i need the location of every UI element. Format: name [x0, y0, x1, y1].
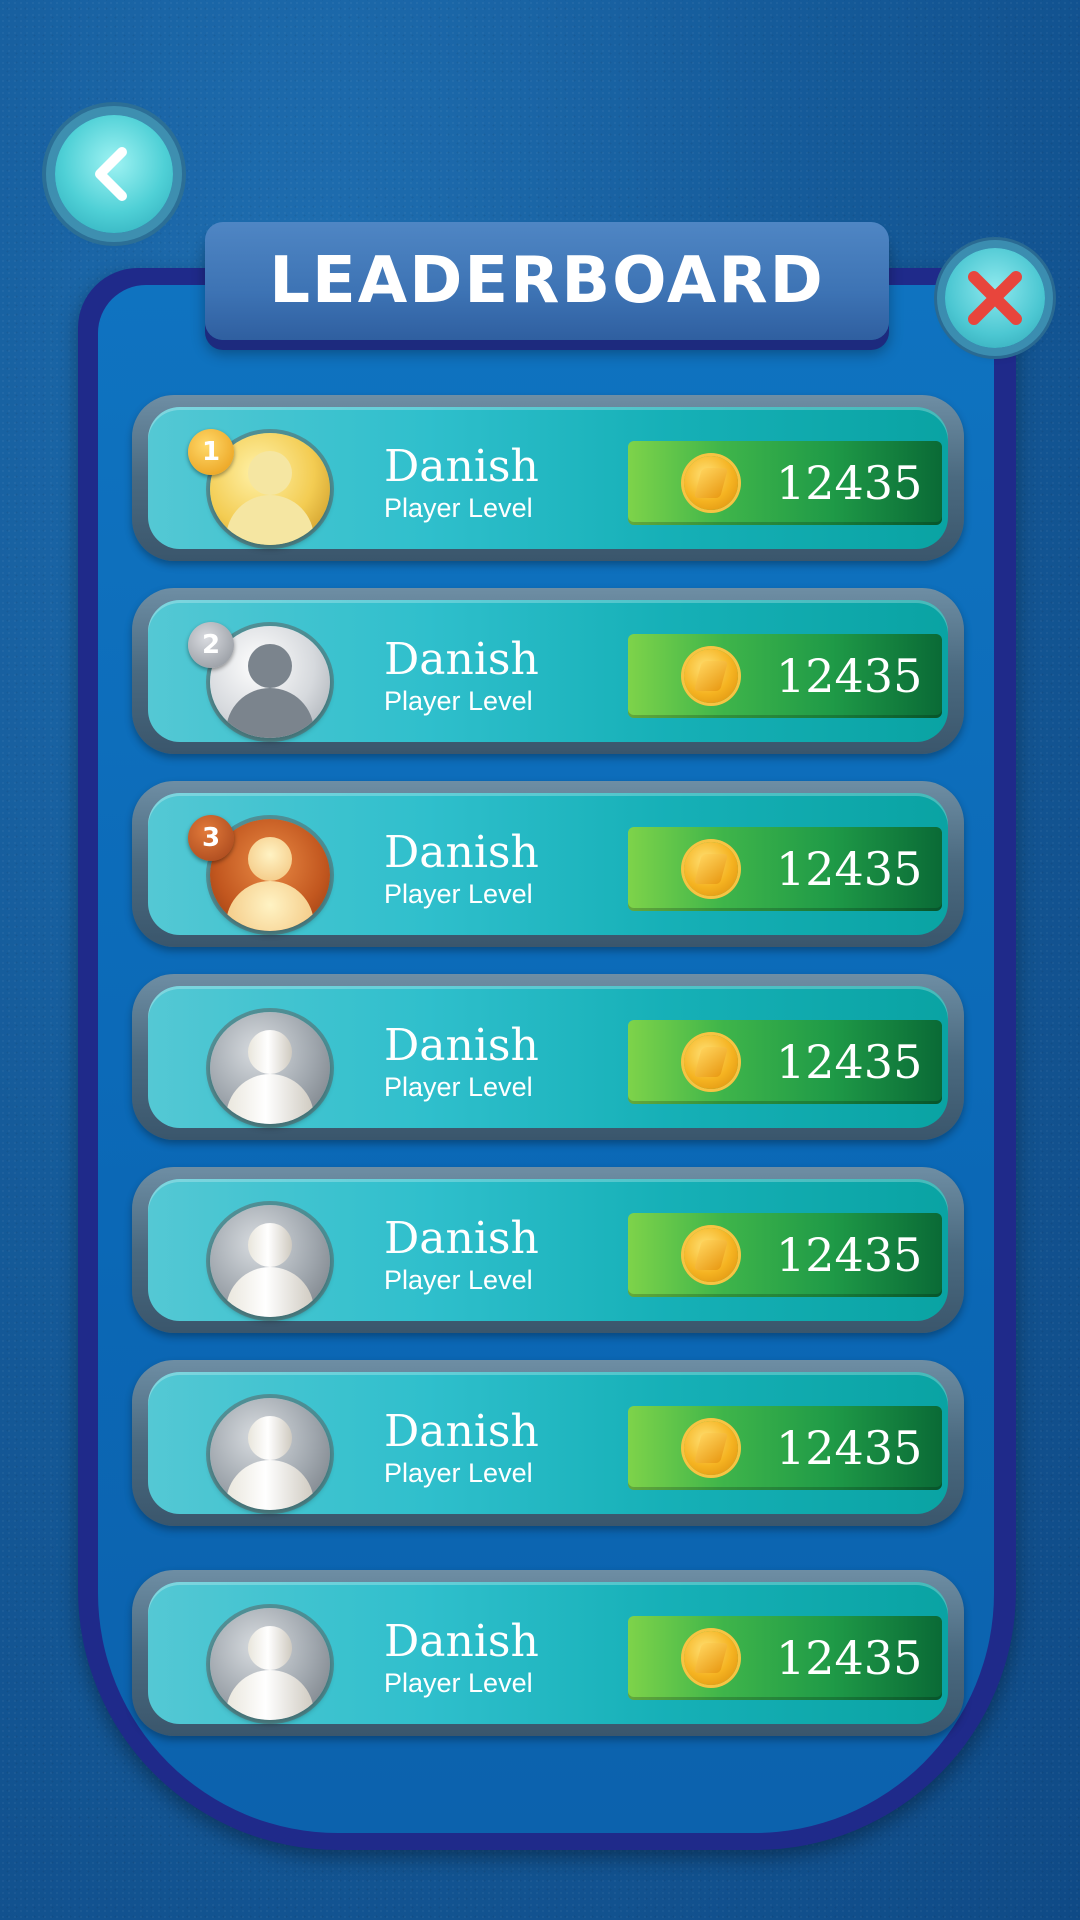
player-level-label: Player Level — [384, 1668, 533, 1698]
score-box: 12435 — [628, 1020, 942, 1104]
player-name: Danish — [384, 1616, 539, 1667]
close-x-icon — [968, 271, 1022, 325]
score-box: 12435 — [628, 441, 942, 525]
avatar — [210, 1205, 330, 1317]
avatar-body — [226, 688, 314, 738]
avatar-body — [226, 1460, 314, 1510]
avatar-head — [248, 644, 292, 688]
score-box: 12435 — [628, 1213, 942, 1297]
player-score: 12435 — [776, 1035, 923, 1089]
score-box: 12435 — [628, 1406, 942, 1490]
player-name: Danish — [384, 827, 539, 878]
row-face: 2 Danish Player Level 12435 — [148, 600, 948, 742]
leaderboard-row[interactable]: 1 Danish Player Level 12435 — [132, 395, 964, 561]
row-face: Danish Player Level 12435 — [148, 1582, 948, 1724]
back-button[interactable] — [55, 115, 173, 233]
player-level-label: Player Level — [384, 1265, 533, 1295]
player-name: Danish — [384, 634, 539, 685]
leaderboard-row[interactable]: 2 Danish Player Level 12435 — [132, 588, 964, 754]
close-button[interactable] — [945, 248, 1045, 348]
player-level-label: Player Level — [384, 686, 533, 716]
player-level-label: Player Level — [384, 1072, 533, 1102]
avatar-body — [226, 881, 314, 931]
avatar-head — [248, 1416, 292, 1460]
leaderboard-row[interactable]: Danish Player Level 12435 — [132, 1167, 964, 1333]
player-score: 12435 — [776, 456, 923, 510]
row-face: 1 Danish Player Level 12435 — [148, 407, 948, 549]
avatar — [210, 1398, 330, 1510]
avatar — [210, 1012, 330, 1124]
leaderboard-row[interactable]: 3 Danish Player Level 12435 — [132, 781, 964, 947]
leaderboard-row[interactable]: Danish Player Level 12435 — [132, 1360, 964, 1526]
score-box: 12435 — [628, 827, 942, 911]
row-face: 3 Danish Player Level 12435 — [148, 793, 948, 935]
player-name: Danish — [384, 441, 539, 492]
player-score: 12435 — [776, 842, 923, 896]
player-score: 12435 — [776, 1228, 923, 1282]
coin-icon — [684, 1631, 738, 1685]
page-title: LEADERBOARD — [269, 244, 825, 318]
coin-icon — [684, 1035, 738, 1089]
coin-icon — [684, 1228, 738, 1282]
chevron-left-icon — [95, 147, 127, 201]
avatar-body — [226, 495, 314, 545]
player-score: 12435 — [776, 649, 923, 703]
avatar-body — [226, 1670, 314, 1720]
row-face: Danish Player Level 12435 — [148, 1372, 948, 1514]
coin-icon — [684, 649, 738, 703]
row-face: Danish Player Level 12435 — [148, 986, 948, 1128]
player-score: 12435 — [776, 1631, 923, 1685]
player-name: Danish — [384, 1020, 539, 1071]
avatar-head — [248, 1223, 292, 1267]
player-level-label: Player Level — [384, 493, 533, 523]
player-name: Danish — [384, 1406, 539, 1457]
avatar-head — [248, 1626, 292, 1670]
player-name: Danish — [384, 1213, 539, 1264]
avatar-head — [248, 451, 292, 495]
rank-badge: 3 — [188, 815, 234, 861]
avatar-body — [226, 1267, 314, 1317]
avatar-head — [248, 1030, 292, 1074]
avatar — [210, 1608, 330, 1720]
coin-icon — [684, 456, 738, 510]
leaderboard-row[interactable]: Danish Player Level 12435 — [132, 974, 964, 1140]
leaderboard-row[interactable]: Danish Player Level 12435 — [132, 1570, 964, 1736]
coin-icon — [684, 1421, 738, 1475]
rank-badge: 2 — [188, 622, 234, 668]
title-banner: LEADERBOARD — [205, 222, 889, 340]
row-face: Danish Player Level 12435 — [148, 1179, 948, 1321]
rank-badge: 1 — [188, 429, 234, 475]
avatar-head — [248, 837, 292, 881]
player-level-label: Player Level — [384, 1458, 533, 1488]
player-level-label: Player Level — [384, 879, 533, 909]
score-box: 12435 — [628, 634, 942, 718]
coin-icon — [684, 842, 738, 896]
score-box: 12435 — [628, 1616, 942, 1700]
avatar-body — [226, 1074, 314, 1124]
player-score: 12435 — [776, 1421, 923, 1475]
